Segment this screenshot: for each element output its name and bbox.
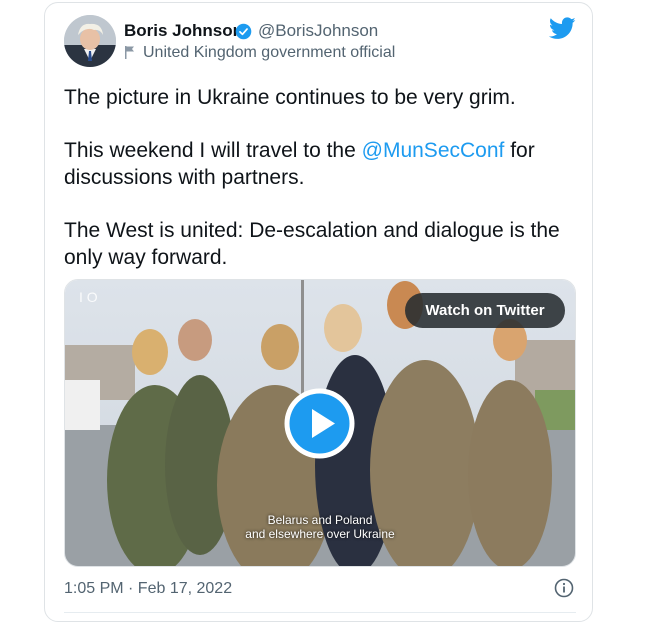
avatar[interactable] xyxy=(64,15,116,67)
video-corner-mark: I O xyxy=(79,289,98,305)
play-icon[interactable] xyxy=(283,387,356,460)
author-handle[interactable]: @BorisJohnson xyxy=(258,21,378,41)
tweet-timestamp[interactable]: 1:05 PM · Feb 17, 2022 xyxy=(64,580,232,598)
tweet-line-3: The West is united: De-escalation and di… xyxy=(64,219,560,269)
verified-badge-icon xyxy=(235,23,252,40)
flag-icon xyxy=(125,46,134,59)
tweet-text: The picture in Ukraine continues to be v… xyxy=(64,84,564,271)
author-name[interactable]: Boris Johnson xyxy=(124,21,243,41)
mention-link[interactable]: @MunSecConf xyxy=(362,139,505,162)
twitter-bird-icon[interactable] xyxy=(549,17,576,40)
tweet-line-2-start: This weekend I will travel to the xyxy=(64,139,362,162)
watch-on-twitter-button[interactable]: Watch on Twitter xyxy=(405,293,565,328)
info-icon[interactable] xyxy=(554,578,574,598)
caption-line-2: and elsewhere over Ukraine xyxy=(245,527,395,541)
video-caption: Belarus and Poland and elsewhere over Uk… xyxy=(220,513,420,541)
divider xyxy=(64,612,576,613)
tweet-line-2: This weekend I will travel to the @MunSe… xyxy=(64,137,564,191)
affiliation-label: United Kingdom government official xyxy=(143,44,396,61)
caption-line-1: Belarus and Poland xyxy=(267,513,373,527)
tweet-line-1: The picture in Ukraine continues to be v… xyxy=(64,86,516,109)
